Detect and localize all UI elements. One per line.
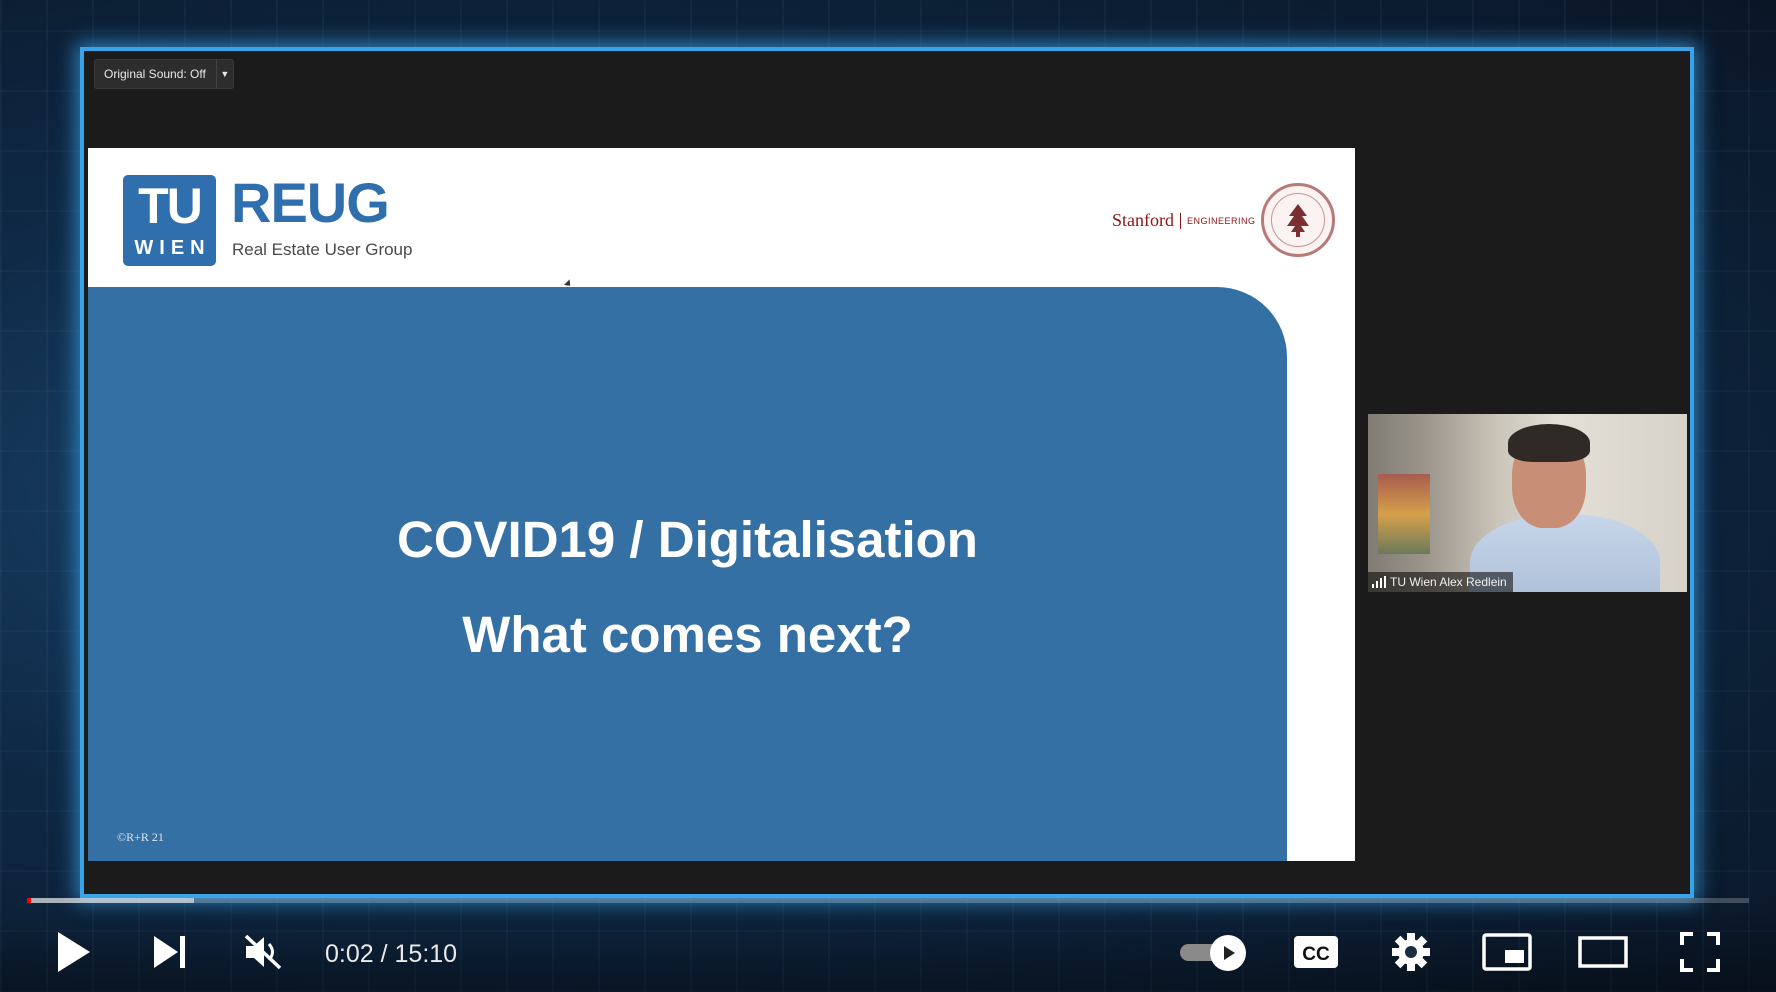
stanford-seal-icon [1261, 183, 1335, 257]
tu-wien-logo: TU WIEN [123, 175, 216, 266]
video-player[interactable]: Original Sound: Off ▼ TU WIEN REUG Real … [0, 0, 1776, 992]
duration: 15:10 [394, 940, 458, 968]
video-frame: Original Sound: Off ▼ TU WIEN REUG Real … [80, 47, 1694, 898]
player-controls: 0:02 / 15:10 CC [0, 910, 1776, 992]
muted-volume-icon [244, 934, 282, 970]
next-button[interactable] [142, 924, 198, 980]
mute-button[interactable] [236, 924, 292, 980]
background-shelf [1378, 474, 1430, 554]
reug-subtitle: Real Estate User Group [232, 240, 413, 259]
time-separator: / [373, 940, 395, 968]
settings-button[interactable] [1383, 924, 1439, 980]
original-sound-button[interactable]: Original Sound: Off ▼ [94, 59, 234, 89]
slide-copyright: ©R+R 21 [117, 830, 164, 844]
slide-title-line2: What comes next? [462, 606, 913, 663]
participant-name-tag: TU Wien Alex Redlein [1368, 572, 1513, 592]
gear-icon [1392, 933, 1430, 971]
play-button[interactable] [46, 924, 102, 980]
next-icon [154, 936, 185, 968]
stanford-dept: ENGINEERING [1187, 215, 1256, 226]
miniplayer-button[interactable] [1479, 924, 1535, 980]
miniplayer-icon [1482, 933, 1532, 971]
signal-bars-icon [1372, 576, 1386, 588]
autoplay-toggle-icon [1210, 935, 1246, 971]
progress-bar[interactable] [27, 898, 1749, 903]
participant-video[interactable]: TU Wien Alex Redlein [1368, 414, 1687, 592]
time-display: 0:02 / 15:10 [325, 940, 457, 969]
stanford-name: Stanford [1112, 210, 1174, 230]
slide-title-line1: COVID19 / Digitalisation [397, 511, 978, 568]
played-bar [27, 898, 31, 903]
reug-title: REUG [231, 171, 390, 234]
presentation-slide: TU WIEN REUG Real Estate User Group Stan… [88, 148, 1355, 861]
play-icon [58, 932, 90, 972]
fullscreen-button[interactable] [1672, 924, 1728, 980]
tu-logo-text: TU [138, 178, 203, 234]
original-sound-label: Original Sound: Off [104, 67, 206, 81]
logo-divider [1180, 212, 1181, 229]
participant-hair [1508, 424, 1590, 462]
caret-down-icon[interactable]: ▼ [215, 60, 233, 88]
wien-logo-text: WIEN [134, 237, 211, 259]
captions-label: CC [1302, 944, 1330, 965]
buffered-bar [27, 898, 195, 903]
current-time: 0:02 [325, 940, 374, 968]
stanford-engineering-logo: Stanford ENGINEERING [1112, 210, 1256, 231]
theater-mode-button[interactable] [1575, 924, 1631, 980]
cc-icon: CC [1294, 936, 1338, 968]
autoplay-toggle[interactable] [1178, 933, 1250, 971]
title-panel: COVID19 / Digitalisation What comes next… [88, 287, 1287, 861]
participant-name: TU Wien Alex Redlein [1390, 575, 1507, 589]
captions-button[interactable]: CC [1288, 924, 1344, 980]
theater-mode-icon [1578, 936, 1628, 968]
fullscreen-icon [1680, 932, 1720, 972]
